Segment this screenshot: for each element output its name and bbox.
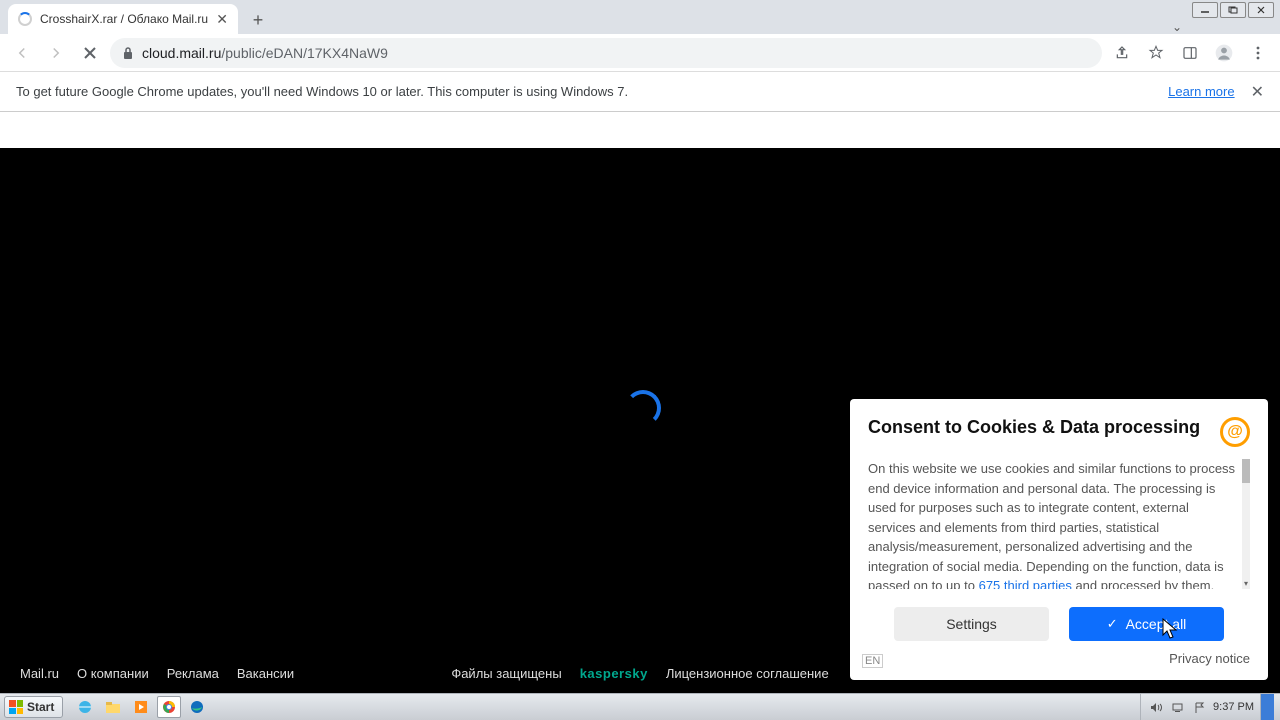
cookie-settings-button[interactable]: Settings bbox=[894, 607, 1049, 641]
footer-link-ads[interactable]: Реклама bbox=[167, 666, 219, 681]
back-button[interactable] bbox=[8, 39, 36, 67]
learn-more-link[interactable]: Learn more bbox=[1168, 84, 1234, 99]
url-text: cloud.mail.ru/public/eDAN/17KX4NaW9 bbox=[142, 45, 388, 61]
start-button[interactable]: Start bbox=[4, 696, 63, 718]
tab-close-button[interactable]: ✕ bbox=[216, 11, 228, 28]
window-close-button[interactable] bbox=[1248, 2, 1274, 18]
window-controls bbox=[1192, 2, 1274, 18]
tray-network-icon[interactable] bbox=[1169, 699, 1185, 715]
third-parties-link[interactable]: 675 third parties bbox=[979, 578, 1072, 589]
cookie-consent-dialog: Consent to Cookies & Data processing @ O… bbox=[850, 399, 1268, 680]
taskbar-chrome-icon[interactable] bbox=[157, 696, 181, 718]
windows-logo-icon bbox=[9, 700, 23, 714]
window-minimize-button[interactable] bbox=[1192, 2, 1218, 18]
at-sign-icon: @ bbox=[1220, 417, 1250, 447]
browser-tab[interactable]: CrosshairX.rar / Облако Mail.ru ✕ bbox=[8, 4, 238, 34]
cookie-dialog-body: On this website we use cookies and simil… bbox=[868, 459, 1250, 589]
tabs-dropdown-button[interactable]: ⌄ bbox=[1172, 20, 1182, 34]
taskbar-explorer-icon[interactable] bbox=[101, 696, 125, 718]
tray-flag-icon[interactable] bbox=[1191, 699, 1207, 715]
show-desktop-button[interactable] bbox=[1260, 694, 1274, 720]
infobar-message: To get future Google Chrome updates, you… bbox=[16, 84, 628, 99]
system-tray: 9:37 PM bbox=[1140, 694, 1280, 720]
tray-sound-icon[interactable] bbox=[1147, 699, 1163, 715]
footer-link-mailru[interactable]: Mail.ru bbox=[20, 666, 59, 681]
taskbar: Start 9:37 PM bbox=[0, 693, 1280, 720]
kaspersky-logo: kaspersky bbox=[580, 666, 648, 681]
privacy-notice-link[interactable]: Privacy notice bbox=[868, 651, 1250, 666]
language-icon[interactable]: EN bbox=[862, 654, 883, 668]
taskbar-media-icon[interactable] bbox=[129, 696, 153, 718]
scrollbar-thumb[interactable] bbox=[1242, 459, 1250, 483]
footer-link-jobs[interactable]: Вакансии bbox=[237, 666, 294, 681]
infobar-close-button[interactable]: ✕ bbox=[1251, 82, 1264, 102]
cookie-accept-button[interactable]: ✓ Accept all bbox=[1069, 607, 1224, 641]
tray-clock[interactable]: 9:37 PM bbox=[1213, 701, 1254, 713]
update-infobar: To get future Google Chrome updates, you… bbox=[0, 72, 1280, 112]
window-maximize-button[interactable] bbox=[1220, 2, 1246, 18]
cookie-dialog-title: Consent to Cookies & Data processing bbox=[868, 417, 1214, 438]
forward-button[interactable] bbox=[42, 39, 70, 67]
footer-link-about[interactable]: О компании bbox=[77, 666, 149, 681]
new-tab-button[interactable]: + bbox=[244, 6, 272, 34]
share-icon[interactable] bbox=[1108, 39, 1136, 67]
loading-spinner-icon bbox=[625, 390, 661, 426]
footer-link-license[interactable]: Лицензионное соглашение bbox=[666, 666, 829, 681]
taskbar-ie-icon[interactable] bbox=[73, 696, 97, 718]
footer-files-protected: Файлы защищены bbox=[451, 666, 561, 681]
sidepanel-icon[interactable] bbox=[1176, 39, 1204, 67]
taskbar-edge-icon[interactable] bbox=[185, 696, 209, 718]
address-bar[interactable]: cloud.mail.ru/public/eDAN/17KX4NaW9 bbox=[110, 38, 1102, 68]
chevron-down-icon[interactable]: ▾ bbox=[1242, 579, 1250, 589]
tab-strip: CrosshairX.rar / Облако Mail.ru ✕ + ⌄ bbox=[0, 0, 1280, 34]
tab-title: CrosshairX.rar / Облако Mail.ru bbox=[40, 12, 208, 26]
bookmark-icon[interactable] bbox=[1142, 39, 1170, 67]
loading-spinner-icon bbox=[18, 12, 32, 26]
check-icon: ✓ bbox=[1107, 616, 1118, 632]
browser-toolbar: cloud.mail.ru/public/eDAN/17KX4NaW9 bbox=[0, 34, 1280, 72]
stop-button[interactable] bbox=[76, 39, 104, 67]
menu-icon[interactable] bbox=[1244, 39, 1272, 67]
cookie-scrollbar[interactable]: ▾ bbox=[1242, 459, 1250, 589]
profile-icon[interactable] bbox=[1210, 39, 1238, 67]
lock-icon bbox=[122, 46, 134, 60]
